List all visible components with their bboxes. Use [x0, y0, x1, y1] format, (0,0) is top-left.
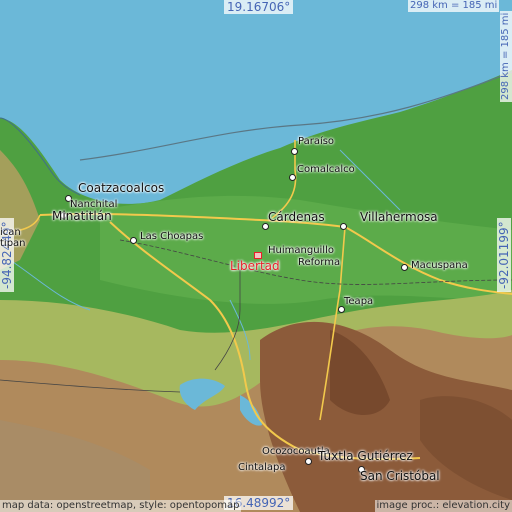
- city-dot-icon: [305, 458, 312, 465]
- place-label-villahermosa: Villahermosa: [360, 210, 438, 224]
- highlighted-place-label: Libertad: [230, 259, 280, 273]
- vertical-scale: 298 km = 185 mi: [500, 10, 512, 102]
- place-label-macuspana: Macuspana: [411, 260, 468, 271]
- location-marker-icon[interactable]: [254, 252, 262, 259]
- city-dot-icon: [340, 223, 347, 230]
- place-label-teapa: Teapa: [344, 296, 374, 307]
- city-dot-icon: [291, 148, 298, 155]
- place-label-huimanguillo: Huimanguillo: [268, 245, 334, 256]
- place-label-tuxtla: Tuxtla Gutiérrez: [318, 449, 413, 463]
- city-dot-icon: [401, 264, 408, 271]
- city-dot-icon: [262, 223, 269, 230]
- place-label-reforma: Reforma: [298, 257, 341, 268]
- place-label-cardenas: Cárdenas: [268, 210, 325, 224]
- map-credit: map data: openstreetmap, style: opentopo…: [0, 500, 242, 512]
- map-canvas[interactable]: 19.16706° 16.48992° -94.82449° -92.01199…: [0, 0, 512, 512]
- place-label-comalcalco: Comalcalco: [297, 164, 355, 175]
- east-coordinate: -92.01199°: [497, 218, 511, 292]
- place-label-paraiso: Paraíso: [298, 136, 335, 147]
- city-dot-icon: [289, 174, 296, 181]
- horizontal-scale: 298 km = 185 mi: [408, 0, 500, 12]
- place-label-coatzacoalcos: Coatzacoalcos: [78, 181, 165, 195]
- city-dot-icon: [338, 306, 345, 313]
- place-label-cintalapa: Cintalapa: [238, 462, 286, 473]
- place-label-las-choapas: Las Choapas: [140, 231, 204, 242]
- place-label-minatitlan: Minatitlán: [52, 209, 112, 223]
- city-dot-icon: [130, 237, 137, 244]
- place-label-san-cristobal: San Cristóbal: [360, 469, 440, 483]
- north-coordinate: 19.16706°: [224, 0, 294, 14]
- image-credit: image proc.: elevation.city: [374, 500, 512, 512]
- place-label-left-edge-1: ican: [0, 227, 21, 238]
- place-label-left-edge-2: tipan: [0, 238, 26, 249]
